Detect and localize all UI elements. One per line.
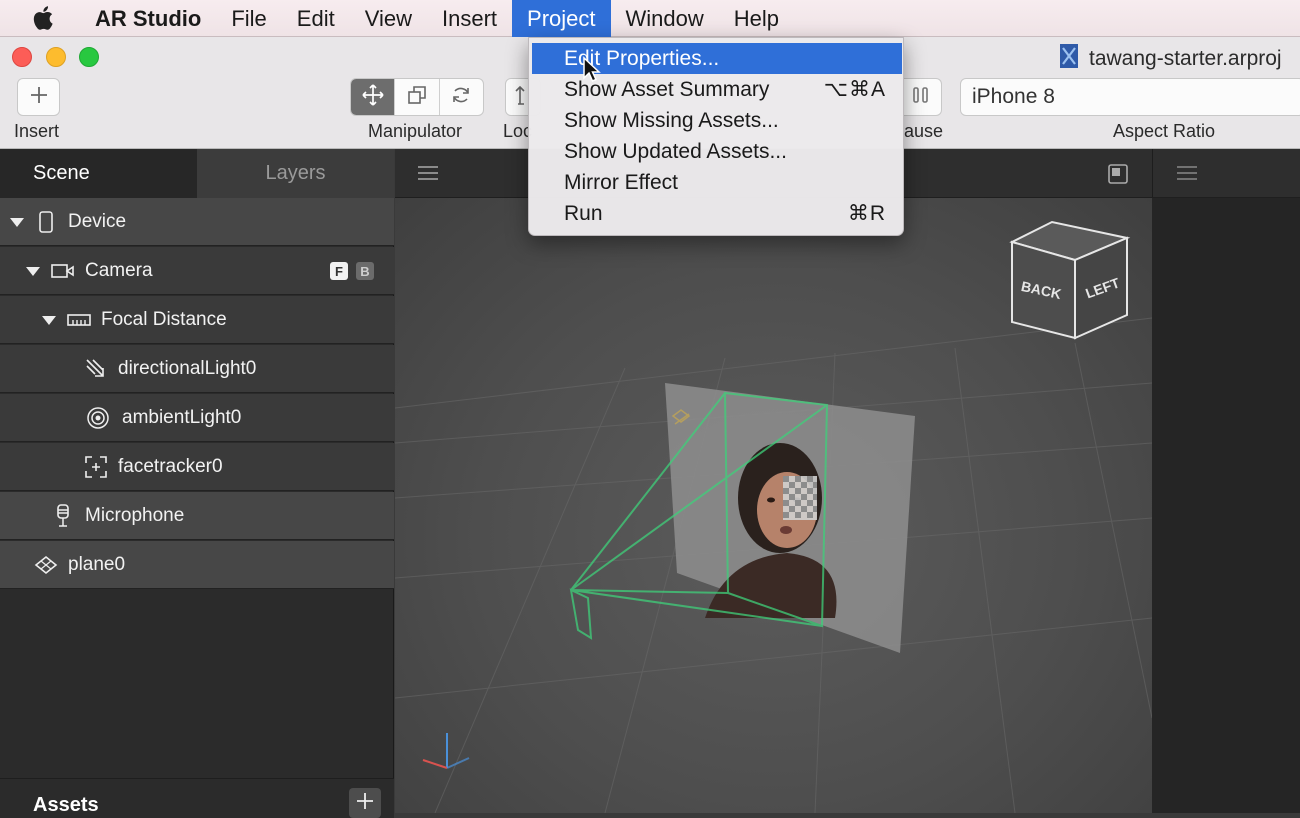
scene-viewport[interactable]: BACK LEFT <box>395 198 1152 813</box>
assets-label: Assets <box>33 794 99 816</box>
window-title-text: tawang-starter.arproj <box>1089 47 1282 70</box>
scene-row-camera[interactable]: Camera F B <box>0 247 394 295</box>
inspector-header <box>1152 149 1300 198</box>
inspector-menu-icon[interactable] <box>1176 165 1198 186</box>
project-file-icon <box>1058 43 1080 75</box>
menu-item-run[interactable]: Run ⌘R <box>532 198 902 229</box>
scene-row-label: directionalLight0 <box>118 357 257 379</box>
insert-button[interactable] <box>17 78 60 116</box>
scene-row-directional-light[interactable]: directionalLight0 <box>0 345 394 393</box>
front-camera-badge[interactable]: F <box>330 262 348 280</box>
pause-button[interactable] <box>900 78 942 116</box>
menu-item-mirror-effect[interactable]: Mirror Effect <box>532 167 902 198</box>
menu-project[interactable]: Project <box>512 0 611 37</box>
scene-row-microphone[interactable]: Microphone <box>0 492 394 540</box>
disclosure-triangle-icon[interactable] <box>26 267 40 276</box>
ambient-light-icon <box>86 406 110 430</box>
scene-row-label: Microphone <box>85 504 185 526</box>
scene-row-ambient-light[interactable]: ambientLight0 <box>0 394 394 442</box>
directional-light-icon <box>84 357 108 381</box>
inspector-panel <box>1152 149 1300 813</box>
viewport-menu-icon[interactable] <box>417 165 439 186</box>
rotate-tool-button[interactable] <box>440 79 483 115</box>
aspect-ratio-select[interactable]: iPhone 8 <box>960 78 1300 116</box>
apple-icon[interactable] <box>32 5 70 31</box>
local-axis-icon <box>515 84 529 111</box>
facetracker-icon <box>84 455 108 479</box>
insert-label: Insert <box>14 121 60 141</box>
menu-insert[interactable]: Insert <box>427 0 512 37</box>
minimize-window-button[interactable] <box>46 47 66 67</box>
viewport-layout-icon[interactable] <box>1108 164 1128 189</box>
menu-item-label: Show Missing Assets... <box>564 108 779 132</box>
menu-item-show-updated-assets[interactable]: Show Updated Assets... <box>532 136 902 167</box>
menu-item-shortcut: ⌥⌘A <box>823 78 886 101</box>
menu-view[interactable]: View <box>350 0 427 37</box>
plane-icon <box>34 553 58 577</box>
zoom-window-button[interactable] <box>79 47 99 67</box>
menu-item-label: Show Updated Assets... <box>564 139 787 163</box>
back-camera-badge[interactable]: B <box>356 262 374 280</box>
menu-bar: AR Studio File Edit View Insert Project … <box>0 0 1300 37</box>
window-title: tawang-starter.arproj <box>1058 43 1282 75</box>
scene-panel: Scene Layers Device Camera F B Focal Dis… <box>0 149 394 818</box>
manipulator-label: Manipulator <box>368 121 463 141</box>
scene-row-label: facetracker0 <box>118 455 223 477</box>
scene-row-device[interactable]: Device <box>0 198 394 246</box>
ruler-icon <box>67 310 91 330</box>
scene-row-label: Device <box>68 210 127 232</box>
manipulator-segmented-control <box>350 78 484 116</box>
menu-item-label: Run <box>564 201 603 225</box>
scene-row-label: Focal Distance <box>101 308 227 330</box>
assets-header: Assets <box>0 778 394 818</box>
pause-icon <box>910 85 932 110</box>
disclosure-triangle-icon[interactable] <box>10 218 24 227</box>
menu-item-show-missing-assets[interactable]: Show Missing Assets... <box>532 105 902 136</box>
mouse-cursor-icon <box>582 56 602 89</box>
move-icon <box>361 83 385 112</box>
view-cube[interactable]: BACK LEFT <box>1007 220 1132 342</box>
scale-tool-button[interactable] <box>395 79 440 115</box>
pause-label: ause <box>904 121 944 141</box>
scene-row-label: plane0 <box>68 553 126 575</box>
scene-row-label: Camera <box>85 259 153 281</box>
camera-icon <box>51 260 75 282</box>
scene-row-facetracker[interactable]: facetracker0 <box>0 443 394 491</box>
aspect-ratio-label: Aspect Ratio <box>1113 121 1216 141</box>
add-asset-button[interactable] <box>349 788 381 818</box>
scene-row-focal-distance[interactable]: Focal Distance <box>0 296 394 344</box>
move-tool-button[interactable] <box>351 79 396 115</box>
disclosure-triangle-icon[interactable] <box>42 316 56 325</box>
menu-file[interactable]: File <box>216 0 281 37</box>
microphone-icon <box>53 504 73 528</box>
menu-edit[interactable]: Edit <box>282 0 350 37</box>
scale-icon <box>406 84 428 111</box>
plus-icon <box>29 85 49 110</box>
scene-panel-tabs: Scene Layers <box>0 149 394 198</box>
close-window-button[interactable] <box>12 47 32 67</box>
plus-icon <box>356 792 374 815</box>
menu-item-shortcut: ⌘R <box>847 202 886 225</box>
menu-window[interactable]: Window <box>611 0 719 37</box>
menu-app-name[interactable]: AR Studio <box>80 0 216 37</box>
scene-row-plane[interactable]: plane0 <box>0 541 394 589</box>
scene-row-label: ambientLight0 <box>122 406 242 428</box>
tab-scene[interactable]: Scene <box>0 149 197 198</box>
menu-item-label: Mirror Effect <box>564 170 678 194</box>
rotate-icon <box>450 84 472 111</box>
tab-layers[interactable]: Layers <box>197 149 394 198</box>
menu-help[interactable]: Help <box>719 0 794 37</box>
phone-icon <box>36 210 56 234</box>
